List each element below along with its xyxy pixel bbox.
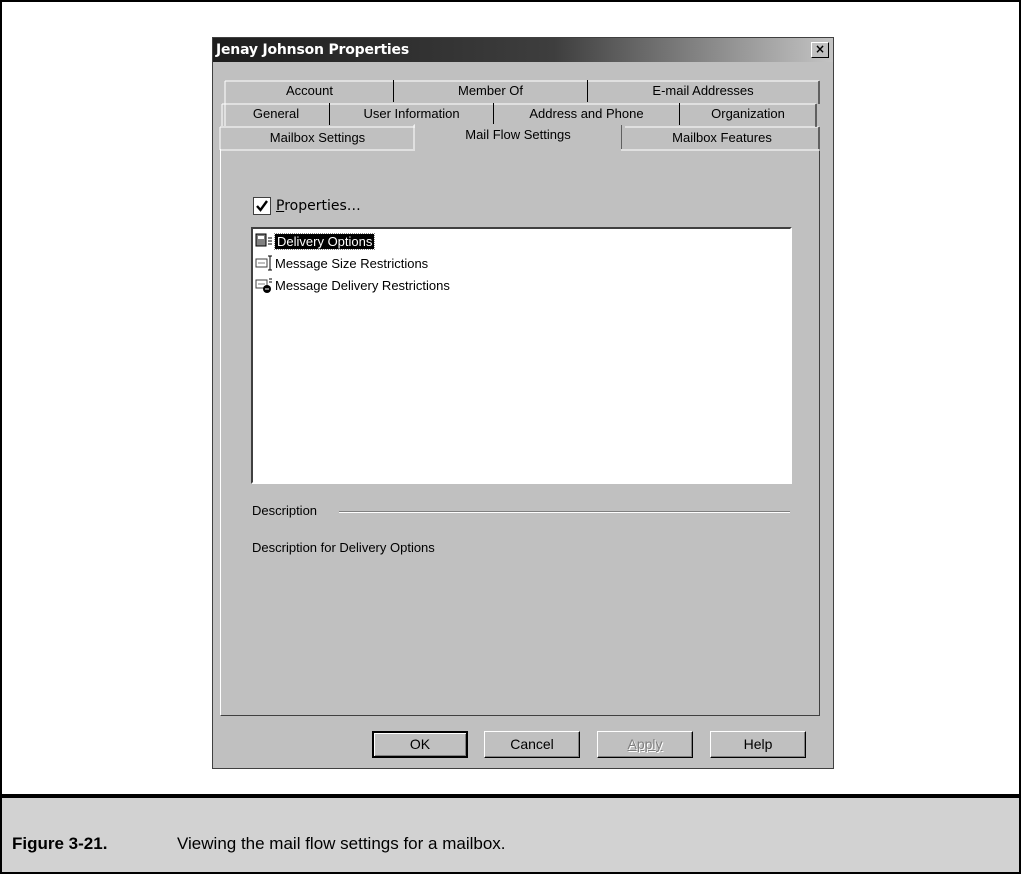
properties-checkbox[interactable] (253, 197, 271, 215)
message-size-icon (255, 255, 272, 271)
list-item-label: Message Size Restrictions (275, 255, 429, 271)
figure-caption-area: Figure 3-21. Viewing the mail flow setti… (2, 798, 1019, 872)
properties-label: Properties… (276, 198, 361, 214)
description-text: Description for Delivery Options (252, 540, 435, 555)
figure-caption: Viewing the mail flow settings for a mai… (177, 834, 506, 853)
ok-button[interactable]: OK (372, 731, 468, 758)
list-item-message-delivery-restrictions[interactable]: Message Delivery Restrictions (255, 275, 450, 295)
message-delivery-restrictions-icon (255, 278, 272, 293)
list-item-message-size-restrictions[interactable]: Message Size Restrictions (255, 253, 428, 273)
apply-label: Apply (627, 736, 663, 752)
list-item-delivery-options[interactable]: Delivery Options (255, 231, 376, 251)
properties-button[interactable]: Properties… (253, 196, 361, 216)
help-button[interactable]: Help (710, 731, 806, 758)
list-item-label: Delivery Options (273, 232, 376, 250)
panel-top-edges (220, 149, 820, 151)
figure-label: Figure 3-21. (12, 834, 108, 853)
description-heading: Description (252, 503, 318, 518)
apply-button[interactable]: Apply (597, 731, 693, 758)
checkmark-icon (256, 200, 268, 212)
properties-dialog: Jenay Johnson Properties × Account Membe… (212, 37, 834, 769)
mail-flow-list[interactable]: Delivery Options Message Size Restrictio… (251, 227, 792, 484)
cancel-button[interactable]: Cancel (484, 731, 580, 758)
delivery-options-icon (255, 233, 272, 247)
list-item-label: Message Delivery Restrictions (275, 277, 450, 293)
description-divider (339, 511, 790, 513)
